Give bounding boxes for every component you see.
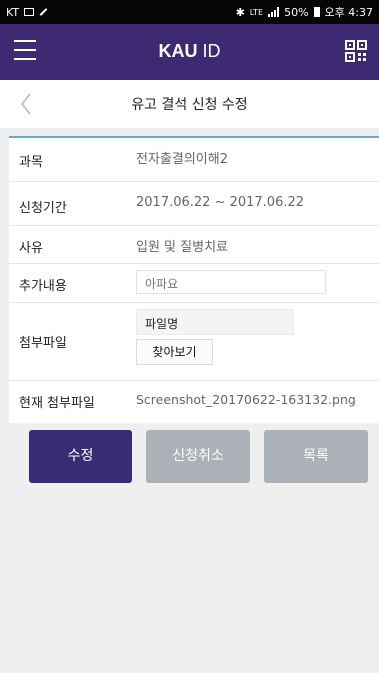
form-card: 과목 전자출결의이해2 신청기간 2017.06.22 ~ 2017.06.22… [9, 136, 379, 423]
form-row-reason: 사유 입원 및 질병치료 [9, 226, 379, 264]
pen-notification-icon [39, 8, 48, 16]
edit-button[interactable]: 수정 [29, 430, 132, 483]
app-title: KAU ID [0, 41, 379, 62]
app-header: KAU ID [0, 24, 379, 80]
form-row-current-file: 현재 첨부파일 Screenshot_20170622-163132.png [9, 381, 379, 421]
carrier-label: KT [6, 5, 20, 19]
qr-code-icon[interactable] [345, 40, 367, 62]
subject-label: 과목 [19, 155, 43, 170]
file-name-field[interactable]: 파일명 [136, 309, 294, 335]
browse-button[interactable]: 찾아보기 [136, 339, 213, 365]
current-file-label: 현재 첨부파일 [19, 396, 95, 411]
period-label: 신청기간 [19, 201, 67, 216]
page-title: 유고 결석 신청 수정 [131, 97, 248, 113]
subject-value: 전자출결의이해2 [136, 152, 228, 167]
battery-percent: 50% [284, 5, 309, 19]
app-title-light: ID [197, 41, 221, 61]
reason-value: 입원 및 질병치료 [136, 240, 228, 255]
sub-header: 유고 결석 신청 수정 [0, 80, 379, 128]
form-row-additional: 추가내용 아파요 [9, 264, 379, 303]
signal-icon [268, 7, 280, 17]
list-button[interactable]: 목록 [264, 430, 368, 483]
clock: 오후 4:37 [324, 6, 373, 19]
reason-label: 사유 [19, 241, 43, 256]
lte-indicator: LTE [249, 7, 264, 17]
additional-label: 추가내용 [19, 279, 67, 294]
form-row-period: 신청기간 2017.06.22 ~ 2017.06.22 [9, 182, 379, 226]
cancel-request-button[interactable]: 신청취소 [146, 430, 250, 483]
period-value: 2017.06.22 ~ 2017.06.22 [136, 195, 305, 210]
additional-input[interactable]: 아파요 [136, 270, 326, 294]
current-file-link[interactable]: Screenshot_20170622-163132.png [136, 392, 356, 407]
status-bar: KT ✱ LTE 50% 오후 4:37 [0, 0, 379, 24]
image-notification-icon [24, 8, 35, 16]
form-row-subject: 과목 전자출결의이해2 [9, 138, 379, 182]
bluetooth-icon: ✱ [235, 5, 245, 19]
battery-icon [313, 7, 320, 17]
form-row-attachment: 첨부파일 파일명 찾아보기 [9, 303, 379, 381]
app-title-bold: KAU [158, 41, 198, 61]
attachment-label: 첨부파일 [19, 336, 67, 351]
